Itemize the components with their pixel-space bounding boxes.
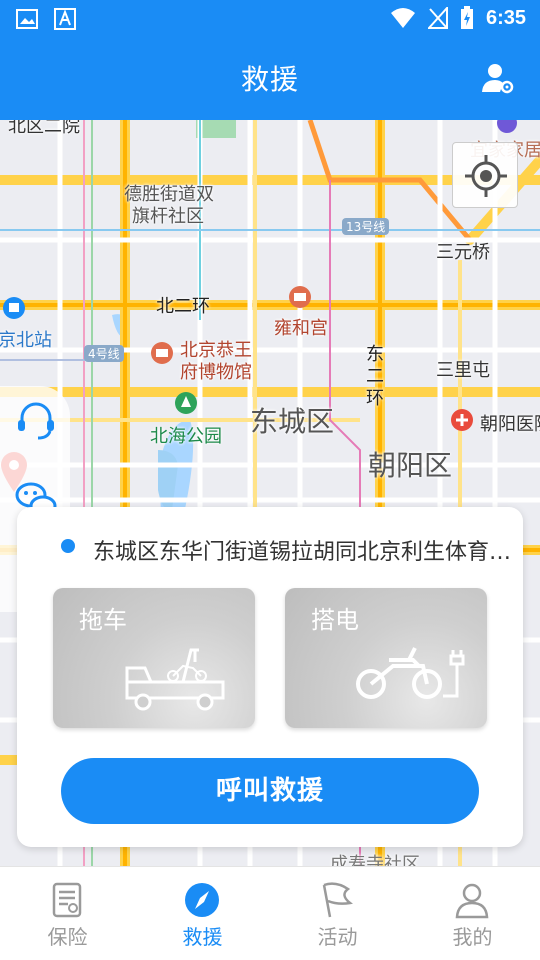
map-label: 朝阳医院 [480, 414, 540, 435]
map-label: 13号线 [342, 218, 390, 235]
map-label: 环 [366, 388, 384, 409]
tab-mine[interactable]: 我的 [405, 867, 540, 960]
page-title: 救援 [240, 63, 299, 96]
document-icon [52, 882, 82, 918]
bottom-tab-bar: 保险 救援 活动 我的 [0, 866, 540, 960]
map-label: 三元桥 [436, 242, 490, 263]
headset-icon [18, 402, 54, 440]
compass-icon [185, 883, 219, 917]
crosshair-icon [465, 155, 507, 197]
map-label: 成寿寺社区 [330, 854, 420, 866]
map-label: 北区二院 [8, 120, 80, 137]
locate-button[interactable] [452, 142, 518, 208]
map-label: 三里屯 [436, 360, 490, 381]
app-header: 6:35 救援 [0, 0, 540, 120]
user-settings-icon[interactable] [480, 60, 516, 96]
tab-mine-label: 我的 [452, 925, 493, 949]
tow-service-label: 拖车 [79, 606, 127, 634]
call-rescue-button[interactable]: 呼叫救援 [61, 758, 479, 824]
motorcycle-charge-icon [356, 647, 465, 699]
flag-icon [322, 882, 353, 918]
no-signal-icon [427, 7, 448, 29]
tow-truck-icon [125, 648, 225, 711]
map-label: 北二环 [156, 296, 210, 317]
current-address[interactable]: 东城区东华门街道锡拉胡同北京利生体育商厦 [93, 534, 519, 566]
customer-service-button[interactable] [14, 398, 58, 442]
tab-rescue-label: 救援 [182, 925, 223, 949]
tab-rescue[interactable]: 救援 [135, 867, 270, 960]
battery-charging-icon [460, 6, 473, 29]
map-label: 京北站 [0, 330, 52, 351]
tab-insurance-label: 保险 [47, 925, 88, 949]
status-bar: 6:35 [0, 0, 540, 38]
jump-start-service-card[interactable]: 搭电 [285, 588, 487, 728]
gallery-icon [16, 9, 38, 29]
person-icon [455, 883, 489, 919]
text-a-icon [54, 8, 76, 30]
tab-activity-label: 活动 [317, 925, 358, 949]
map-label: 雍和宫 [274, 318, 328, 339]
location-dot-icon [61, 539, 75, 553]
jump-start-service-label: 搭电 [311, 606, 359, 634]
map-label: 东城区 [250, 405, 335, 438]
tab-activity[interactable]: 活动 [270, 867, 405, 960]
map-label: 旗杆社区 [132, 206, 204, 227]
rescue-panel: 东城区东华门街道锡拉胡同北京利生体育商厦 拖车 搭电 呼叫救援 [17, 507, 523, 847]
tow-service-card[interactable]: 拖车 [53, 588, 255, 728]
tab-insurance[interactable]: 保险 [0, 867, 135, 960]
map-label: 4号线 [84, 345, 124, 362]
wifi-icon [390, 8, 415, 28]
map-label: 府博物馆 [180, 362, 252, 383]
map-label: 朝阳区 [368, 449, 453, 482]
status-time: 6:35 [485, 6, 526, 29]
map-label: 北海公园 [150, 426, 222, 447]
